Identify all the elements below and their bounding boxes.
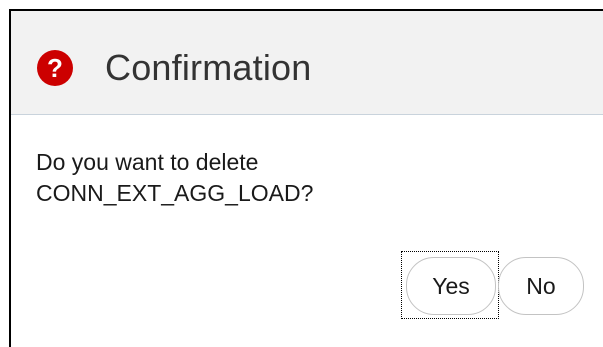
- dialog-title: Confirmation: [105, 47, 312, 88]
- yes-button[interactable]: Yes: [406, 257, 496, 315]
- no-button[interactable]: No: [498, 257, 584, 315]
- dialog-message: Do you want to delete CONN_EXT_AGG_LOAD?: [36, 147, 456, 209]
- confirmation-dialog: ? Confirmation Do you want to delete CON…: [9, 9, 603, 347]
- dialog-header: ? Confirmation: [11, 11, 603, 115]
- message-line-1: Do you want to delete: [36, 149, 259, 175]
- message-line-2: CONN_EXT_AGG_LOAD?: [36, 180, 314, 206]
- help-icon: ?: [37, 50, 73, 86]
